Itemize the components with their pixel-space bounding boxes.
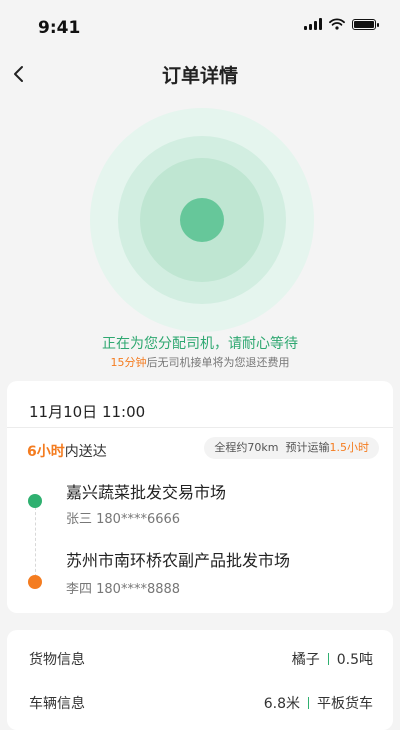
status-time: 9:41 [38, 18, 81, 38]
nav-bar: 订单详情 [0, 52, 400, 96]
signal-icon [304, 18, 322, 30]
vehicle-type: 平板货车 [317, 696, 373, 712]
route-card: 11月10日 11:00 6小时内送达 全程约70km 预计运输1.5小时 嘉兴… [7, 381, 393, 613]
refund-text: 后无司机接单将为您退还费用 [146, 356, 290, 369]
distance-badge: 全程约70km 预计运输1.5小时 [204, 437, 379, 459]
wifi-icon [329, 18, 345, 30]
transport-label: 预计运输 [285, 441, 330, 454]
start-place: 嘉兴蔬菜批发交易市场 [66, 483, 227, 502]
battery-icon [352, 18, 379, 30]
start-contact: 张三 180****6666 [66, 512, 181, 527]
vehicle-value: 6.8米 平板货车 [264, 693, 373, 713]
delivery-hours: 6小时 [27, 444, 65, 460]
delivery-text: 内送达 [64, 444, 107, 460]
refund-notice: 15分钟后无司机接单将为您退还费用 [0, 354, 400, 370]
refund-time: 15分钟 [110, 356, 147, 369]
info-card: 货物信息 橘子 0.5吨 车辆信息 6.8米 平板货车 [7, 630, 393, 730]
vehicle-label: 车辆信息 [29, 696, 85, 712]
vehicle-length: 6.8米 [263, 696, 300, 712]
divider [7, 427, 393, 428]
distance-text: 全程约70km [214, 441, 279, 454]
page-title: 订单详情 [161, 65, 238, 87]
cargo-label: 货物信息 [29, 652, 85, 668]
radar-center [180, 198, 224, 242]
status-bar: 9:41 [0, 0, 400, 52]
value-divider [327, 653, 329, 665]
cargo-value: 橘子 0.5吨 [292, 649, 373, 669]
transport-time: 1.5小时 [329, 441, 370, 454]
end-dot-icon [28, 575, 42, 589]
end-place: 苏州市南环桥农副产品批发市场 [66, 551, 291, 570]
radar-graphic [90, 108, 314, 332]
pickup-datetime: 11月10日 11:00 [29, 403, 146, 421]
route-line [35, 507, 36, 577]
waiting-message: 正在为您分配司机，请耐心等待 [102, 336, 298, 352]
cargo-weight: 0.5吨 [336, 652, 373, 668]
value-divider [308, 697, 309, 709]
cargo-type: 橘子 [291, 652, 320, 668]
status-icons [304, 18, 379, 30]
delivery-time: 6小时内送达 [27, 441, 107, 461]
start-dot-icon [28, 494, 42, 508]
end-contact: 李四 180****8888 [66, 582, 181, 597]
